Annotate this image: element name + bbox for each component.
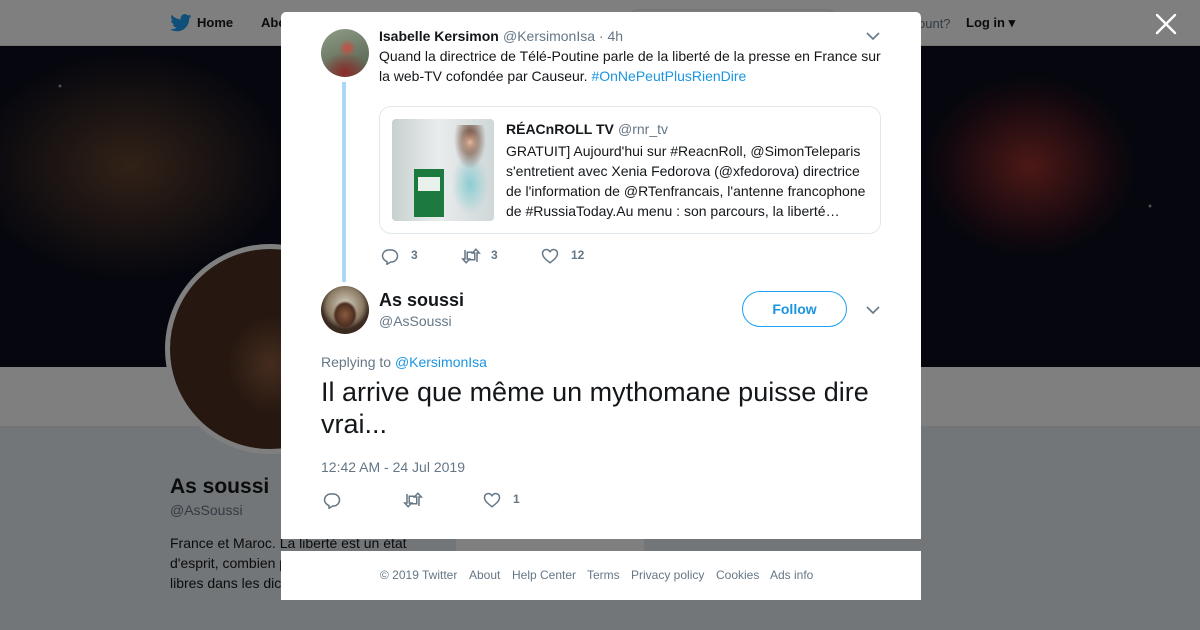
footer-link-ads-info[interactable]: Ads info: [770, 568, 813, 582]
parent-handle-text: @KersimonIsa: [503, 28, 596, 44]
footer-link-cookies[interactable]: Cookies: [716, 568, 759, 582]
retweet-icon: [461, 248, 481, 264]
parent-author-handle[interactable]: @KersimonIsa · 4h: [503, 28, 623, 44]
like-count: 12: [571, 248, 585, 262]
reply-count: 3: [411, 248, 418, 262]
retweet-count: 3: [491, 248, 498, 262]
chevron-down-icon[interactable]: [865, 304, 881, 316]
footer: © 2019 Twitter About Help Center Terms P…: [281, 551, 921, 600]
like-icon: [541, 248, 559, 264]
replying-to-link[interactable]: @KersimonIsa: [395, 354, 487, 370]
footer-link-about[interactable]: About: [469, 568, 500, 582]
parent-time[interactable]: · 4h: [599, 28, 623, 44]
quoted-tweet-thumbnail: [392, 119, 494, 221]
like-count: 1: [513, 492, 520, 506]
reply-icon: [323, 493, 341, 509]
quoted-author-name: RÉACnROLL TV: [506, 121, 614, 137]
parent-author-name[interactable]: Isabelle Kersimon: [379, 28, 499, 44]
replying-to: Replying to @KersimonIsa: [321, 354, 487, 370]
tweet-permalink-modal: Isabelle Kersimon @KersimonIsa · 4h Quan…: [281, 12, 921, 539]
retweet-icon: [403, 492, 423, 508]
close-icon[interactable]: [1154, 12, 1178, 36]
footer-copyright: © 2019 Twitter: [380, 568, 458, 582]
quoted-tweet-text: GRATUIT] Aujourd'hui sur #ReacnRoll, @Si…: [506, 143, 866, 219]
chevron-down-icon[interactable]: [865, 30, 881, 42]
replying-prefix: Replying to: [321, 354, 395, 370]
quoted-tweet-card[interactable]: RÉACnROLL TV @rnr_tv GRATUIT] Aujourd'hu…: [379, 106, 881, 234]
quoted-author-handle: @rnr_tv: [618, 121, 668, 137]
footer-link-help-center[interactable]: Help Center: [512, 568, 576, 582]
reply-icon: [381, 249, 399, 265]
follow-button[interactable]: Follow: [742, 291, 847, 327]
parent-tweet-text: Quand la directrice de Télé-Poutine parl…: [379, 46, 889, 86]
hashtag-link[interactable]: #OnNePeutPlusRienDire: [591, 68, 746, 84]
main-author-name[interactable]: As soussi: [379, 290, 464, 311]
main-tweet-actions: 1: [323, 490, 583, 510]
main-author-handle[interactable]: @AsSoussi: [379, 313, 452, 329]
main-author-avatar[interactable]: [321, 286, 369, 334]
footer-link-terms[interactable]: Terms: [587, 568, 620, 582]
tweet-timestamp[interactable]: 12:42 AM - 24 Jul 2019: [321, 459, 465, 475]
parent-author-avatar[interactable]: [321, 29, 369, 77]
main-tweet-text: Il arrive que même un mythomane puisse d…: [321, 377, 869, 439]
parent-tweet-actions: 3 3 12: [381, 246, 641, 266]
like-icon: [483, 492, 501, 508]
conversation-thread-line: [342, 82, 346, 282]
footer-link-privacy-policy[interactable]: Privacy policy: [631, 568, 704, 582]
